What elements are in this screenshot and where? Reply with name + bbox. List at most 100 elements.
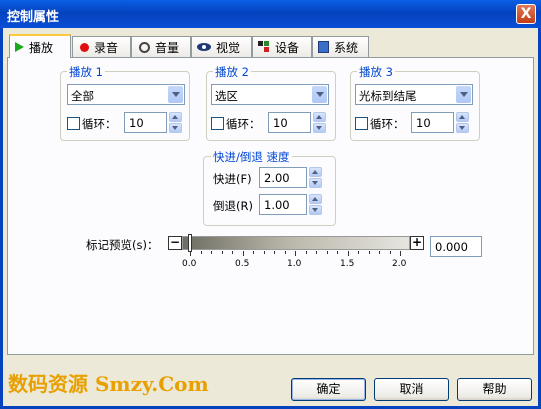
scale-tick	[222, 251, 223, 254]
scale-tick	[379, 251, 380, 254]
scale-tick	[211, 251, 212, 254]
rewind-speed-input[interactable]: 1.00	[259, 194, 307, 215]
play-1-loop-label: 循环：	[82, 117, 117, 131]
device-icon	[258, 41, 270, 53]
scale-tick	[316, 251, 317, 254]
play-3-loop-label: 循环：	[370, 117, 405, 131]
scale-tick	[358, 251, 359, 254]
marker-preview-thumb[interactable]	[188, 234, 192, 252]
spin-up-icon[interactable]	[309, 167, 322, 177]
chevron-down-icon[interactable]	[312, 86, 327, 103]
spin-up-icon[interactable]	[169, 112, 182, 122]
volume-icon	[139, 41, 150, 53]
play-1-mode-select[interactable]: 全部	[67, 84, 185, 105]
eye-icon	[197, 43, 211, 51]
forward-speed-value: 2.00	[264, 171, 290, 185]
spin-up-icon[interactable]	[456, 112, 469, 122]
scale-tick-label: 1.5	[340, 259, 355, 269]
play-2-mode-select[interactable]: 选区	[211, 84, 329, 105]
plus-icon[interactable]: +	[410, 236, 424, 250]
spin-up-icon[interactable]	[313, 112, 326, 122]
ok-button[interactable]: 确定	[291, 378, 366, 401]
tab-volume[interactable]: 音量	[131, 36, 191, 57]
record-icon	[80, 42, 89, 52]
spin-down-icon[interactable]	[309, 205, 322, 215]
scale-tick	[390, 251, 391, 254]
scale-tick	[201, 251, 202, 254]
marker-preview-label: 标记预览(s)：	[86, 238, 159, 252]
tab-system-label: 系统	[334, 40, 359, 55]
spin-down-icon[interactable]	[456, 123, 469, 133]
scale-tick	[253, 251, 254, 254]
tab-record-label: 录音	[94, 40, 119, 55]
marker-preview-value: 0.000	[435, 240, 468, 254]
play-3-loop-count-value: 10	[416, 116, 431, 130]
play-group-2-title: 播放 2	[213, 64, 251, 80]
scale-tick	[243, 251, 244, 256]
watermark-text: 数码资源 Smzy.Com	[8, 372, 209, 396]
play-3-loop-checkbox[interactable]	[355, 117, 368, 130]
title-bar[interactable]	[0, 0, 541, 28]
scale-tick	[348, 251, 349, 256]
play-2-loop-count[interactable]: 10	[268, 112, 311, 133]
play-2-loop-label: 循环：	[226, 117, 261, 131]
rewind-speed-value: 1.00	[264, 198, 290, 212]
play-3-loop-count[interactable]: 10	[411, 112, 454, 133]
spin-down-icon[interactable]	[313, 123, 326, 133]
chevron-down-icon[interactable]	[168, 86, 183, 103]
play-2-loop-spinner[interactable]	[313, 112, 327, 133]
play-icon	[15, 42, 24, 52]
play-2-loop-count-value: 10	[273, 116, 288, 130]
tab-device[interactable]: 设备	[252, 36, 312, 57]
spin-down-icon[interactable]	[169, 123, 182, 133]
spin-down-icon[interactable]	[309, 178, 322, 188]
tab-record[interactable]: 录音	[72, 36, 131, 57]
close-button[interactable]: X	[516, 4, 536, 24]
tab-volume-label: 音量	[155, 40, 180, 55]
play-group-1-title: 播放 1	[67, 64, 105, 80]
tab-system[interactable]: 系统	[312, 36, 369, 57]
scale-tick	[369, 251, 370, 254]
scale-tick-label: 2.0	[392, 259, 407, 269]
scale-tick	[264, 251, 265, 254]
scale-tick-label: 0.0	[182, 259, 197, 269]
marker-preview-value-input[interactable]: 0.000	[430, 236, 482, 257]
play-3-loop-spinner[interactable]	[456, 112, 470, 133]
system-icon	[318, 41, 329, 53]
forward-speed-input[interactable]: 2.00	[259, 167, 307, 188]
tab-visual[interactable]: 视觉	[191, 36, 252, 57]
rewind-label: 倒退(R)	[213, 199, 253, 213]
forward-speed-spinner[interactable]	[309, 167, 323, 188]
play-1-loop-spinner[interactable]	[169, 112, 183, 133]
forward-label: 快进(F)	[213, 172, 252, 186]
play-1-loop-count[interactable]: 10	[124, 112, 167, 133]
marker-preview-track[interactable]	[182, 236, 410, 250]
rewind-speed-spinner[interactable]	[309, 194, 323, 215]
scale-tick	[295, 251, 296, 256]
scale-tick	[306, 251, 307, 254]
close-icon: X	[520, 6, 532, 22]
spin-up-icon[interactable]	[309, 194, 322, 204]
play-2-loop-checkbox[interactable]	[211, 117, 224, 130]
scale-tick	[337, 251, 338, 254]
minus-icon[interactable]: −	[168, 236, 182, 250]
help-button[interactable]: 帮助	[457, 378, 532, 401]
scale-tick-label: 0.5	[235, 259, 250, 269]
scale-tick	[400, 251, 401, 256]
play-1-mode-value: 全部	[71, 89, 94, 103]
tab-play-label: 播放	[29, 40, 54, 55]
tab-device-label: 设备	[275, 40, 300, 55]
chevron-down-icon[interactable]	[456, 86, 471, 103]
tab-play[interactable]: 播放	[9, 34, 71, 58]
speed-group-title: 快进/倒退 速度	[211, 149, 292, 165]
play-1-loop-count-value: 10	[129, 116, 144, 130]
scale-tick	[285, 251, 286, 254]
marker-preview-scale: 0.0 0.5 1.0 1.5 2.0	[182, 251, 406, 271]
window-title: 控制属性	[7, 10, 60, 25]
cancel-button[interactable]: 取消	[374, 378, 449, 401]
play-3-mode-value: 光标到结尾	[359, 89, 417, 103]
play-1-loop-checkbox[interactable]	[67, 117, 80, 130]
play-3-mode-select[interactable]: 光标到结尾	[355, 84, 473, 105]
scale-tick	[327, 251, 328, 254]
scale-tick	[274, 251, 275, 254]
